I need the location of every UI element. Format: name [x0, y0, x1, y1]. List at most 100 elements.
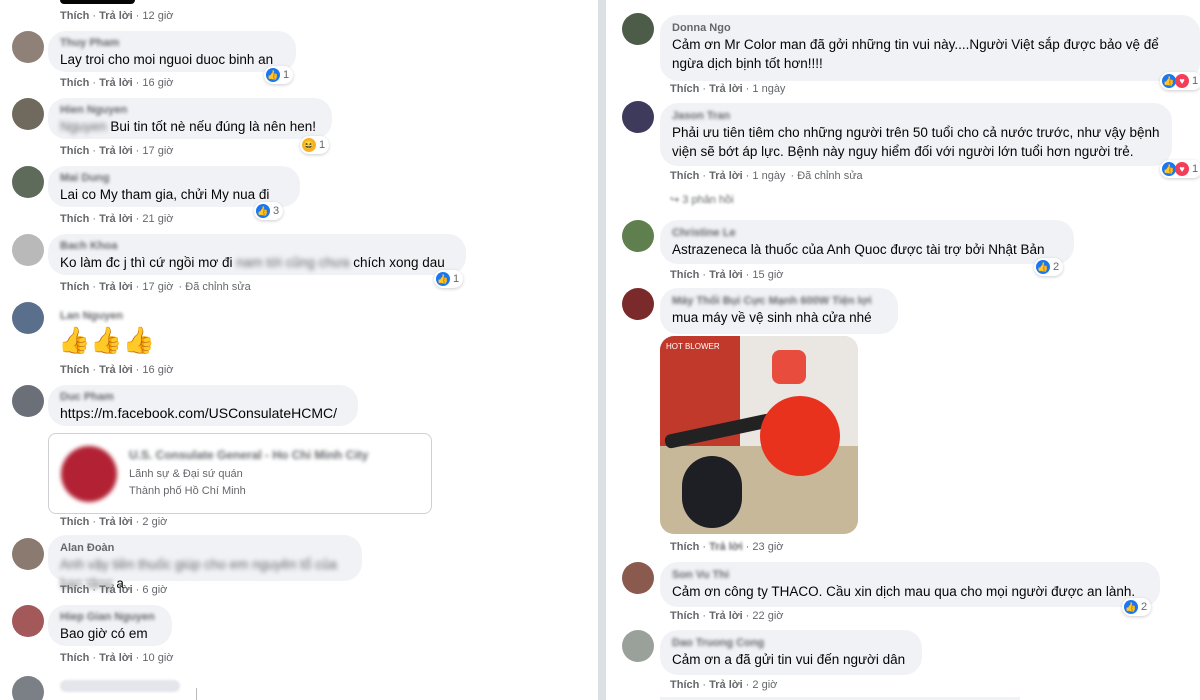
commenter-name[interactable]: Duc Pham — [60, 390, 346, 404]
avatar[interactable] — [12, 605, 44, 637]
avatar[interactable] — [622, 288, 654, 320]
commenter-name[interactable]: Dao Truong Cong — [672, 636, 910, 650]
reply-link[interactable]: Trả lời — [99, 364, 133, 376]
comment-actions: Thích · Trả lời · 17 giờ · Đã chỉnh sửa — [60, 281, 251, 293]
reply-link[interactable]: Trả lời — [99, 584, 133, 596]
comment-time[interactable]: 6 giờ — [142, 584, 167, 596]
reaction-count[interactable]: 👍 ♥ 1 — [1160, 72, 1200, 90]
commenter-name[interactable]: Mai Dung — [60, 171, 288, 185]
reply-link[interactable]: Trả lời — [709, 170, 743, 182]
commenter-name[interactable]: Hien Nguyen — [60, 103, 320, 117]
comment-time[interactable]: 16 giờ — [142, 364, 173, 376]
comment-time[interactable]: 22 giờ — [752, 610, 783, 622]
avatar[interactable] — [12, 538, 44, 570]
like-link[interactable]: Thích — [60, 516, 89, 528]
reaction-count[interactable]: 👍 3 — [254, 202, 284, 220]
comment-actions: Thích · Trả lời · 10 giờ — [60, 652, 174, 664]
like-link[interactable]: Thích — [670, 83, 699, 95]
comment-time[interactable]: 21 giờ — [142, 213, 173, 225]
avatar[interactable] — [12, 676, 44, 700]
like-link[interactable]: Thích — [670, 541, 699, 553]
commenter-name[interactable]: Hiep Gian Nguyen — [60, 610, 160, 624]
comment-time[interactable]: 10 giờ — [142, 652, 173, 664]
commenter-name[interactable]: Christine Le — [672, 226, 1062, 240]
avatar[interactable] — [622, 101, 654, 133]
reply-link[interactable]: Trả lời — [99, 10, 133, 22]
like-link[interactable]: Thích — [60, 281, 89, 293]
comment-time[interactable]: 2 giờ — [752, 679, 777, 691]
reply-link[interactable]: Trả lời — [99, 213, 133, 225]
tagged-name[interactable]: Nguyen — [60, 119, 107, 134]
comment-time[interactable]: 1 ngày — [752, 83, 785, 95]
commenter-name[interactable]: Jason Tran — [672, 109, 1160, 123]
reaction-count[interactable]: 👍 2 — [1034, 258, 1064, 276]
reaction-count[interactable]: 👍 1 — [264, 66, 294, 84]
comment-bubble: Hiep Gian Nguyen Bao giờ có em — [48, 605, 172, 646]
like-reaction-icon: 👍 — [1162, 74, 1176, 88]
reaction-count[interactable]: 👍 1 — [434, 270, 464, 288]
reply-link[interactable]: Trả lời — [99, 281, 133, 293]
like-link[interactable]: Thích — [60, 145, 89, 157]
like-link[interactable]: Thích — [60, 77, 89, 89]
avatar[interactable] — [12, 234, 44, 266]
like-link[interactable]: Thích — [60, 584, 89, 596]
like-link[interactable]: Thích — [60, 10, 89, 22]
avatar[interactable] — [12, 385, 44, 417]
comment-actions: Thích · Trả lời · 21 giờ — [60, 213, 174, 225]
next-comment-edge — [60, 680, 180, 692]
avatar[interactable] — [622, 220, 654, 252]
comment-bubble: Jason Tran Phải ưu tiên tiêm cho những n… — [660, 103, 1172, 166]
commenter-name[interactable]: Máy Thổi Bụi Cực Mạnh 600W Tiện lợi — [672, 294, 886, 308]
avatar[interactable] — [12, 31, 44, 63]
commenter-name[interactable]: Lan Nguyen — [60, 309, 123, 323]
avatar[interactable] — [12, 302, 44, 334]
comment-time[interactable]: 15 giờ — [752, 269, 783, 281]
right-comment-panel[interactable]: Donna Ngo Cảm ơn Mr Color man đã gởi nhữ… — [606, 0, 1200, 700]
reply-link[interactable]: Trả lời — [709, 610, 743, 622]
reply-link[interactable]: Trả lời — [709, 541, 743, 553]
like-link[interactable]: Thích — [670, 269, 699, 281]
comment-time[interactable]: 2 giờ — [142, 516, 167, 528]
reply-link[interactable]: Trả lời — [709, 269, 743, 281]
commenter-name[interactable]: Bach Khoa — [60, 239, 454, 253]
avatar[interactable] — [622, 630, 654, 662]
edited-label[interactable]: Đã chỉnh sửa — [185, 281, 250, 293]
like-link[interactable]: Thích — [60, 652, 89, 664]
comment-text: Nguyen Bui tin tốt nè nếu đúng là nên he… — [60, 117, 320, 136]
reaction-count[interactable]: 😆 1 — [300, 136, 330, 154]
like-link[interactable]: Thích — [60, 364, 89, 376]
commenter-name[interactable]: Alan Đoàn — [60, 541, 350, 555]
comment-time[interactable]: 23 giờ — [752, 541, 783, 553]
comment-bubble: Donna Ngo Cảm ơn Mr Color man đã gởi nhữ… — [660, 15, 1200, 81]
edited-label[interactable]: Đã chỉnh sửa — [797, 170, 862, 182]
avatar[interactable] — [12, 166, 44, 198]
reply-link[interactable]: Trả lời — [709, 679, 743, 691]
comment-time[interactable]: 1 ngày — [752, 170, 785, 182]
like-link[interactable]: Thích — [60, 213, 89, 225]
reaction-count[interactable]: 👍 2 — [1122, 598, 1152, 616]
like-link[interactable]: Thích — [670, 679, 699, 691]
view-replies-link[interactable]: ↪ 3 phản hồi — [670, 193, 734, 206]
avatar[interactable] — [622, 562, 654, 594]
reply-link[interactable]: Trả lời — [99, 77, 133, 89]
link-preview-card[interactable]: U.S. Consulate General - Ho Chi Minh Cit… — [48, 433, 432, 514]
avatar[interactable] — [622, 13, 654, 45]
comment-time[interactable]: 12 giờ — [142, 10, 173, 22]
reply-link[interactable]: Trả lời — [709, 83, 743, 95]
attached-photo[interactable]: HOT BLOWER — [660, 336, 858, 534]
left-comment-panel[interactable]: Thích · Trả lời · 12 giờ Thuy Pham Lay t… — [0, 0, 598, 700]
avatar[interactable] — [12, 98, 44, 130]
comment-time[interactable]: 16 giờ — [142, 77, 173, 89]
commenter-name[interactable]: Thuy Pham — [60, 36, 284, 50]
reaction-count[interactable]: 👍 ♥ 1 — [1160, 160, 1200, 178]
reply-link[interactable]: Trả lời — [99, 145, 133, 157]
commenter-name[interactable]: Son Vu Thi — [672, 568, 1148, 582]
comment-time[interactable]: 17 giờ — [142, 281, 173, 293]
commenter-name[interactable]: Donna Ngo — [672, 21, 1188, 35]
like-link[interactable]: Thích — [670, 610, 699, 622]
comment-time[interactable]: 17 giờ — [142, 145, 173, 157]
reply-link[interactable]: Trả lời — [99, 652, 133, 664]
reply-link[interactable]: Trả lời — [99, 516, 133, 528]
like-link[interactable]: Thích — [670, 170, 699, 182]
comment-link[interactable]: https://m.facebook.com/USConsulateHCMC/ — [60, 404, 346, 423]
